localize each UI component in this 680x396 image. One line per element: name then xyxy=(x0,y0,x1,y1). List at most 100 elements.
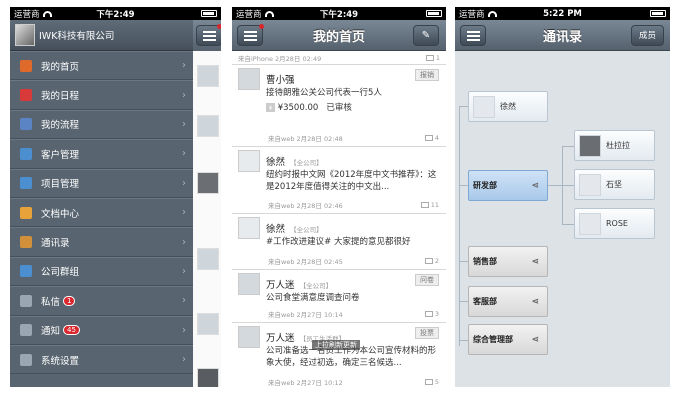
menu-item[interactable]: 私信 1 › xyxy=(10,286,193,316)
menu-item-label: 我的日程 xyxy=(41,91,80,103)
dept-node-admin[interactable]: 综合管理部 ⋖ xyxy=(468,324,548,355)
dept-name: 综合管理部 xyxy=(473,335,513,344)
dept-name: 销售部 xyxy=(473,257,497,266)
share-icon: ⋖ xyxy=(531,296,539,307)
status-time: 下午2:49 xyxy=(96,9,135,20)
dept-node-rd[interactable]: 研发部 ⋖ xyxy=(468,170,548,201)
yen-icon: ¥ xyxy=(266,103,275,112)
avatar-placeholder-icon xyxy=(473,95,495,118)
post-group: 【全公司】 xyxy=(290,159,323,167)
comment-count[interactable]: 3 xyxy=(424,309,439,319)
org-tree: 徐然 研发部 ⋖ 销售部 ⋖ 客服部 ⋖ 综合管理部 ⋖ 杜拉拉 石坚 ROSE xyxy=(455,51,670,387)
feed-list[interactable]: 来自iPhone 2月28日 02:49 1 曹小强 接待朗雅公关公司代表一行5人… xyxy=(232,51,446,387)
post-author[interactable]: 万人迷 xyxy=(266,333,295,344)
comment-count[interactable]: 4 xyxy=(424,133,439,143)
menu-item[interactable]: 通知 45 › xyxy=(10,315,193,345)
post-meta: 来自web 2月28日 02:45 xyxy=(268,258,343,266)
side-menu: IWK科技有限公司 我的首页 › 我的日程 › 我的流程 › 客户管理 › 项目管理 › 文档中心 ›… xyxy=(10,20,193,387)
menu-item[interactable]: 项目管理 › xyxy=(10,168,193,198)
contact-name: 杜拉拉 xyxy=(606,141,630,150)
group-icon xyxy=(20,265,32,278)
menu-item[interactable]: 我的日程 › xyxy=(10,80,193,110)
comment-count-label: 5 xyxy=(434,378,439,386)
comment-count[interactable]: 5 xyxy=(424,377,439,387)
peek-avatar xyxy=(197,313,219,335)
avatar-placeholder-icon xyxy=(579,173,601,196)
comment-count[interactable]: 1 xyxy=(425,53,440,63)
feed-post[interactable]: 曹小强 接待朗雅公关公司代表一行5人 ¥ ¥3500.00 已审核 报销 来自web … xyxy=(232,65,446,147)
menu-item[interactable]: 我的首页 › xyxy=(10,51,193,81)
contact-name: ROSE xyxy=(606,219,628,228)
menu-item[interactable]: 系统设置 › xyxy=(10,344,193,375)
menu-item[interactable]: 我的流程 › xyxy=(10,109,193,140)
contacts-icon xyxy=(20,236,32,249)
feed-post[interactable]: 万人迷 【全公司】 公司食堂满意度调查问卷 问卷 来自web 2月27日 10:14 3 xyxy=(232,270,446,323)
chevron-right-icon: › xyxy=(182,324,186,336)
comment-count-label: 1 xyxy=(435,54,440,62)
menu-item[interactable]: 文档中心 › xyxy=(10,197,193,228)
feed-post[interactable]: 徐然 【全公司】 纽约时报中文网《2012年度中文书推荐》：这是2012年度值得关… xyxy=(232,147,446,214)
post-footer: 来自iPhone 2月28日 02:49 1 xyxy=(232,51,446,65)
contact-node[interactable]: 石坚 xyxy=(574,169,655,200)
post-meta: 来自web 2月27日 10:14 xyxy=(268,311,343,319)
menu-item-label: 我的流程 xyxy=(41,120,80,132)
menu-item-label: 私信 xyxy=(41,296,61,308)
chevron-right-icon: › xyxy=(182,148,186,160)
post-author[interactable]: 万人迷 xyxy=(266,280,295,291)
status-bar: 运营商 下午2:49 xyxy=(10,7,221,20)
menu-list: 我的首页 › 我的日程 › 我的流程 › 客户管理 › 项目管理 › 文档中心 › 通讯录 › 公司群组 › 私… xyxy=(10,51,193,375)
post-author[interactable]: 曹小强 xyxy=(266,75,295,86)
members-button[interactable]: 成员 xyxy=(630,24,664,46)
contact-node[interactable]: 杜拉拉 xyxy=(574,130,655,161)
feed-peek[interactable] xyxy=(193,20,221,387)
dept-name: 研发部 xyxy=(473,181,497,190)
chevron-right-icon: › xyxy=(182,236,186,248)
post-meta: 来自web 2月28日 02:48 xyxy=(268,135,343,143)
post-author[interactable]: 徐然 xyxy=(266,157,285,168)
home-feed-screen: 运营商 下午2:49 我的首页 ✎ 来自iPhone 2月28日 02:49 1 … xyxy=(232,7,446,387)
comment-icon xyxy=(425,55,434,61)
notification-dot xyxy=(217,24,221,29)
unread-badge: 1 xyxy=(63,295,76,306)
post-author[interactable]: 徐然 xyxy=(266,224,285,235)
dept-node-service[interactable]: 客服部 ⋖ xyxy=(468,286,548,317)
comment-icon xyxy=(424,311,433,317)
share-icon: ⋖ xyxy=(531,334,539,345)
chevron-right-icon: › xyxy=(182,295,186,307)
contact-node[interactable]: ROSE xyxy=(574,208,655,239)
mail-icon xyxy=(20,294,32,307)
compose-button[interactable]: ✎ xyxy=(413,24,439,46)
comment-icon xyxy=(420,202,429,208)
comment-icon xyxy=(424,135,433,141)
menu-item[interactable]: 客户管理 › xyxy=(10,139,193,169)
company-name: IWK科技有限公司 xyxy=(39,31,115,42)
post-meta: 来自web 2月27日 10:12 xyxy=(268,379,343,387)
contact-node-top[interactable]: 徐然 xyxy=(468,91,548,122)
menu-item[interactable]: 通讯录 › xyxy=(10,227,193,257)
menu-item[interactable]: 公司群组 › xyxy=(10,256,193,287)
peek-avatar xyxy=(197,172,219,194)
peek-avatar xyxy=(197,368,219,387)
chevron-right-icon: › xyxy=(182,354,186,366)
dept-name: 客服部 xyxy=(473,297,497,306)
post-text: #工作改进建议# 大家提的意见都很好 xyxy=(266,237,411,247)
feed-post[interactable]: 徐然 【全公司】 #工作改进建议# 大家提的意见都很好 来自web 2月28日 02… xyxy=(232,214,446,270)
feed-post[interactable]: 万人迷 【员工生活群】 公司准备选一名员工作为本公司宣传材料的形象大使，经过初选，… xyxy=(232,323,446,387)
tree-line xyxy=(562,185,574,186)
tree-line xyxy=(562,224,574,225)
home-icon xyxy=(20,59,32,72)
comment-count-label: 4 xyxy=(434,134,439,142)
comment-count[interactable]: 11 xyxy=(420,200,439,210)
posts: 曹小强 接待朗雅公关公司代表一行5人 ¥ ¥3500.00 已审核 报销 来自web … xyxy=(232,65,446,387)
company-avatar xyxy=(15,24,35,46)
company-header: IWK科技有限公司 xyxy=(10,20,193,51)
tree-line xyxy=(548,185,562,186)
menu-item-label: 项目管理 xyxy=(41,179,80,191)
avatar xyxy=(238,150,260,172)
comment-count[interactable]: 2 xyxy=(424,256,439,266)
menu-item-label: 公司群组 xyxy=(41,267,80,279)
side-menu-screen: 运营商 下午2:49 IWK科技有限公司 我的首页 › 我的日程 › 我的流程 › 客户管理… xyxy=(10,7,221,387)
comment-count-label: 3 xyxy=(434,310,439,318)
avatar xyxy=(579,134,601,157)
dept-node-sales[interactable]: 销售部 ⋖ xyxy=(468,246,548,277)
